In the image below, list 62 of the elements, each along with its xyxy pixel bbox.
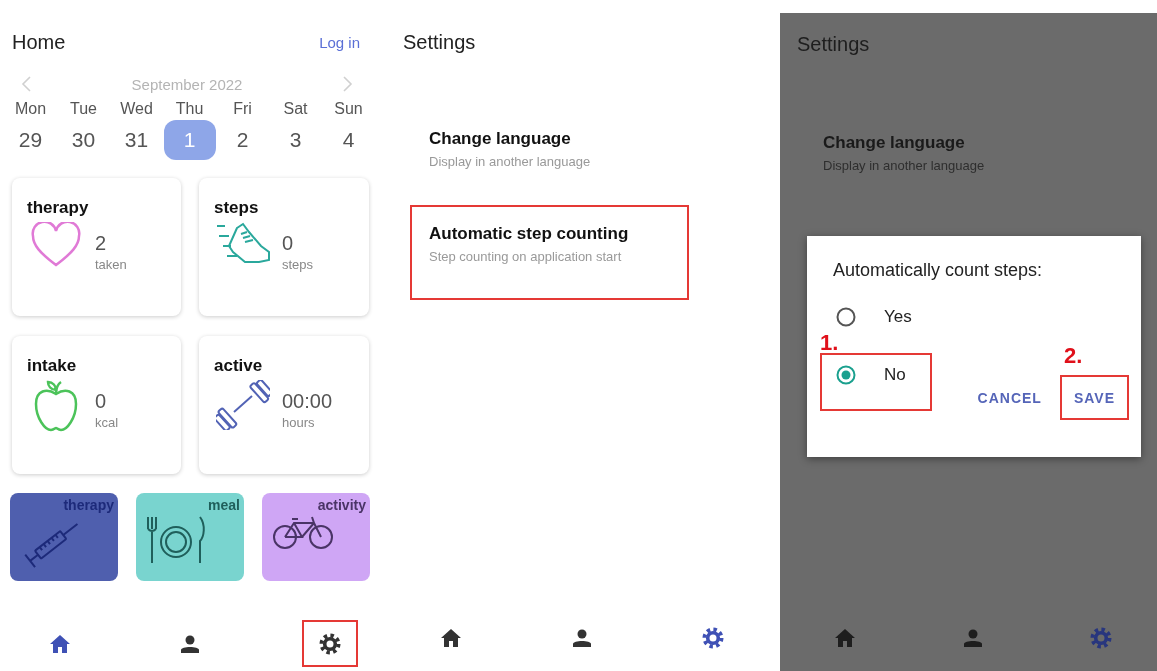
weekday-label: Fri [233,99,252,119]
dialog-button[interactable]: CANCEL [963,375,1056,420]
date-button[interactable]: 30 [57,120,110,160]
card-unit: steps [282,257,314,272]
card-value: 0 [95,390,108,413]
card-value: 00:00 [282,390,333,413]
nav-tab[interactable] [302,620,358,667]
bicycle-icon [272,515,334,551]
heart-icon [31,222,81,268]
card-unit: taken [95,257,127,272]
item-subtitle: Display in another language [429,154,592,169]
screen-title: Settings [403,30,476,54]
card-value: 2 [95,232,108,255]
weekday-label: Tue [70,99,97,119]
card-unit: hours [282,415,316,430]
summary-card[interactable]: steps 0 steps [199,178,369,316]
dumbbell-icon [216,380,270,430]
screen-title: Home [12,30,66,54]
card-title: active [214,356,264,376]
summary-card[interactable]: active 00:00 hours [199,336,369,474]
dialog-title: Automatically count steps: [833,260,1044,281]
log-in-link[interactable]: Log in [319,33,360,51]
item-title: Change language [429,129,572,149]
card-unit: kcal [95,415,119,430]
radio-button[interactable] [836,307,856,327]
weekday-label: Thu [175,99,204,119]
step-number: 2. [1063,343,1083,369]
settings-item[interactable]: Change language Display in another language [410,110,689,205]
item-title: Change language [823,133,966,153]
weekday-label: Sat [283,99,308,119]
option-label: No [884,365,906,385]
weekday-label: Sun [334,99,363,119]
add-entry-tile[interactable]: activity [262,493,370,581]
month-label: September 2022 [131,75,243,93]
summary-card[interactable]: intake 0 kcal [12,336,181,474]
radio-option[interactable]: No [820,353,932,411]
apple-icon [33,380,79,432]
date-button[interactable]: 29 [4,120,57,160]
plate-and-cutlery-icon [146,515,206,565]
card-value: 0 [282,232,295,255]
settings-item[interactable]: Automatic step counting Step counting on application start [410,205,689,300]
card-title: intake [27,356,78,376]
weekday-label: Wed [120,99,153,119]
option-label: Yes [884,307,912,327]
radio-button[interactable] [836,365,856,385]
item-subtitle: Step counting on application start [429,249,623,264]
date-button[interactable]: 31 [110,120,163,160]
item-subtitle: Display in another language [823,158,986,173]
dialog-button[interactable]: SAVE [1059,375,1129,420]
card-title: steps [214,198,260,218]
running-shoe-icon [215,222,271,266]
screen-title: Settings [797,32,870,56]
card-title: therapy [27,198,90,218]
date-button[interactable]: 4 [322,120,375,160]
date-button[interactable]: 3 [269,120,322,160]
radio-option[interactable]: Yes [820,301,932,333]
step-number: 1. [820,333,839,353]
weekday-label: Mon [14,99,47,119]
item-title: Automatic step counting [429,224,630,244]
date-button[interactable]: 2 [216,120,269,160]
add-entry-tile[interactable]: meal [136,493,244,581]
summary-card[interactable]: therapy 2 taken [12,178,181,316]
